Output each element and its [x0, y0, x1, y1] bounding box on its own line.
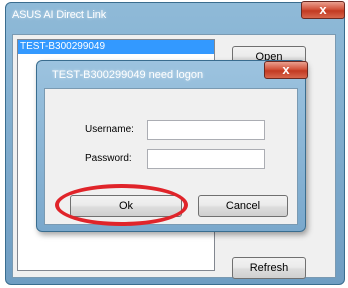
username-label: Username:: [85, 124, 134, 135]
dialog-title: TEST-B300299049 need logon: [52, 69, 204, 81]
password-field[interactable]: [147, 149, 265, 169]
device-list-item[interactable]: TEST-B300299049: [18, 40, 214, 54]
window-title: ASUS AI Direct Link: [12, 9, 107, 21]
password-label: Password:: [85, 153, 132, 164]
cancel-button[interactable]: Cancel: [198, 195, 288, 217]
username-field[interactable]: [147, 120, 265, 140]
refresh-button[interactable]: Refresh: [232, 257, 306, 279]
dialog-close-button[interactable]: x: [264, 61, 308, 79]
ok-highlight-circle: [55, 184, 188, 226]
window-close-button[interactable]: x: [301, 1, 345, 19]
